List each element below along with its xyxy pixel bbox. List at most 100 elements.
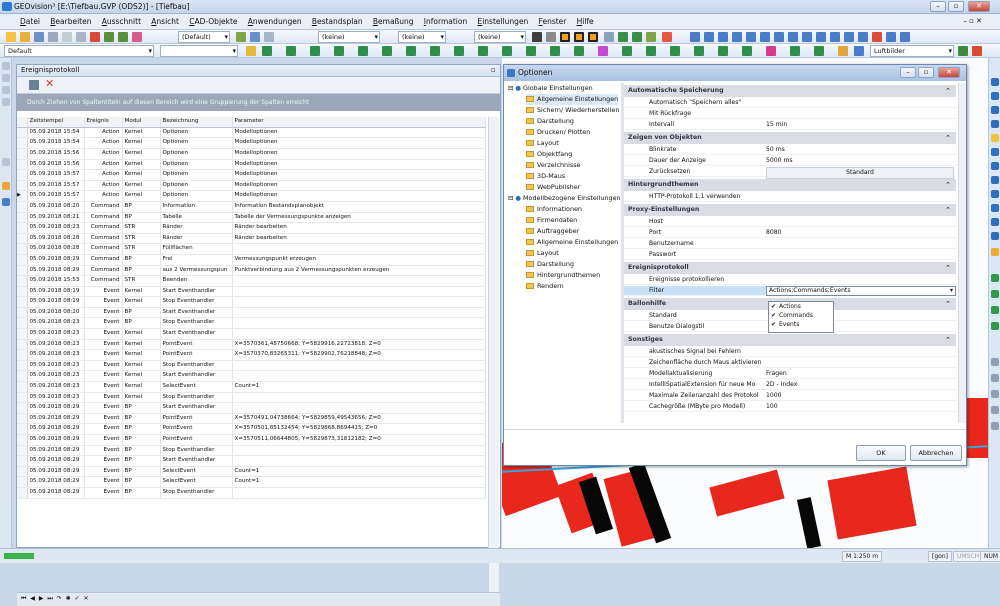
prop-blink[interactable]: Blinkrate 50 ms: [624, 145, 956, 155]
menu-ausschnitt[interactable]: Ausschnitt: [98, 14, 145, 30]
cell-bezeichnung[interactable]: Information: [160, 201, 233, 213]
snap16-icon[interactable]: [900, 32, 910, 42]
cell-zeitstempel[interactable]: 05.09.2018 15:56: [27, 159, 85, 171]
cell-ereignis[interactable]: Event: [84, 307, 123, 319]
tool-gray4-icon[interactable]: [991, 406, 999, 414]
cell-parameter[interactable]: Ränder bearbeiten: [232, 222, 486, 234]
prop-duration[interactable]: Dauer der Anzeige 5000 ms: [624, 156, 956, 166]
delete-icon[interactable]: [90, 32, 100, 42]
status-scale[interactable]: M 1:250 m: [842, 551, 883, 562]
cell-modul[interactable]: STR: [122, 275, 161, 287]
cell-ereignis[interactable]: Event: [84, 392, 123, 404]
cell-zeitstempel[interactable]: 05.09.2018 08:29: [27, 413, 85, 425]
cell-zeitstempel[interactable]: 05.09.2018 08:23: [27, 349, 85, 361]
pt9-icon[interactable]: [454, 46, 464, 56]
row-indicator[interactable]: [17, 423, 28, 435]
row-indicator[interactable]: [17, 243, 28, 255]
cell-bezeichnung[interactable]: PointEvent: [160, 339, 233, 351]
table-row[interactable]: 05.09.2018 08:29 Command BP Frei Vermessungs…: [17, 254, 486, 266]
area-icon[interactable]: [588, 32, 598, 42]
cell-ereignis[interactable]: Event: [84, 455, 123, 467]
tool-green3-icon[interactable]: [991, 306, 999, 314]
pt21-icon[interactable]: [742, 46, 752, 56]
cell-zeitstempel[interactable]: 05.09.2018 08:29: [27, 455, 85, 467]
cell-parameter[interactable]: Modelloptionen: [232, 180, 486, 192]
cell-ereignis[interactable]: Action: [84, 137, 123, 149]
table-row[interactable]: 05.09.2018 08:29 Event BP Start Eventhandle…: [17, 455, 486, 467]
pt3-icon[interactable]: [310, 46, 320, 56]
cell-modul[interactable]: Kernel: [122, 190, 161, 202]
zoom-window-icon[interactable]: [991, 106, 999, 114]
zoom-out-icon[interactable]: [991, 92, 999, 100]
table-row[interactable]: 05.09.2018 15:56 Action Kernel Optionen Mode…: [17, 148, 486, 160]
cell-modul[interactable]: BP: [122, 402, 161, 414]
minimize-button[interactable]: –: [930, 1, 946, 12]
prop-filter[interactable]: Filter Actions;Commands;Events ▾: [624, 286, 956, 296]
pt20-icon[interactable]: [718, 46, 728, 56]
cell-parameter[interactable]: [232, 455, 486, 467]
cell-bezeichnung[interactable]: Beenden: [160, 275, 233, 287]
luftbilder-combo[interactable]: Luftbilder: [870, 45, 954, 57]
table-row[interactable]: 05.09.2018 08:23 Event Kernel Stop Eventhan…: [17, 392, 486, 404]
pt15-icon[interactable]: [598, 46, 608, 56]
menu-cad-objekte[interactable]: CAD-Objekte: [185, 14, 241, 30]
cell-parameter[interactable]: [232, 370, 486, 383]
prop-http11[interactable]: HTTP-Protokoll 1.1 verwenden✔: [624, 192, 956, 202]
cell-ereignis[interactable]: Action: [84, 190, 123, 202]
cell-ereignis[interactable]: Event: [84, 328, 123, 340]
col-parameter[interactable]: Parameter: [232, 117, 486, 128]
aerial2-icon[interactable]: [972, 46, 982, 56]
snap15-icon[interactable]: [886, 32, 896, 42]
row-indicator[interactable]: [17, 148, 28, 160]
menu-ansicht[interactable]: Ansicht: [147, 14, 183, 30]
cell-zeitstempel[interactable]: 05.09.2018 08:23: [27, 317, 85, 330]
pt22-icon[interactable]: [766, 46, 776, 56]
table-row[interactable]: 05.09.2018 15:54 Action Kernel Optionen Mode…: [17, 137, 486, 149]
snap1-icon[interactable]: [690, 32, 700, 42]
cell-parameter[interactable]: X=3570361,48750668; Y=5829916,22723818; …: [232, 339, 486, 351]
cell-ereignis[interactable]: Command: [84, 254, 123, 266]
pt17-icon[interactable]: [646, 46, 656, 56]
pt11-icon[interactable]: [502, 46, 512, 56]
zoom-all-icon[interactable]: [991, 120, 999, 128]
grid-scrollbar[interactable]: [488, 117, 499, 592]
cell-ereignis[interactable]: Event: [84, 360, 123, 372]
cell-ereignis[interactable]: Command: [84, 275, 123, 287]
row-indicator[interactable]: [17, 137, 28, 149]
pt8-icon[interactable]: [430, 46, 440, 56]
tree-item[interactable]: Hintergrundthemen: [526, 270, 600, 281]
table-row[interactable]: 05.09.2018 08:28 Command STR Füllflächen: [17, 243, 486, 255]
record-navigator[interactable]: ⏮ ◀ ▶ ⏭ ↷ ✱ ✓ ✕: [17, 592, 500, 606]
row-indicator[interactable]: [17, 413, 28, 425]
save-icon[interactable]: [34, 32, 44, 42]
cell-modul[interactable]: Kernel: [122, 180, 161, 192]
cell-bezeichnung[interactable]: Optionen: [160, 148, 233, 160]
cell-zeitstempel[interactable]: 05.09.2018 08:29: [27, 434, 85, 446]
chart-icon[interactable]: [646, 32, 656, 42]
pt14-icon[interactable]: [574, 46, 584, 56]
table-row[interactable]: 05.09.2018 08:29 Event BP PointEvent X=35704…: [17, 413, 486, 425]
table-row[interactable]: 05.09.2018 08:28 Command STR Ränder Ränder b…: [17, 233, 486, 245]
cell-ereignis[interactable]: Event: [84, 286, 123, 298]
table-row[interactable]: 05.09.2018 08:29 Event BP PointEvent X=35705…: [17, 434, 486, 446]
row-indicator[interactable]: [17, 275, 28, 287]
table-row[interactable]: 05.09.2018 08:23 Command STR Ränder Ränder b…: [17, 222, 486, 234]
tree-item[interactable]: Sichern/ Wiederherstellen: [526, 105, 619, 116]
dialog-close-button[interactable]: ✕: [938, 67, 960, 78]
cell-zeitstempel[interactable]: 05.09.2018 08:28: [27, 233, 85, 245]
menu-information[interactable]: Information: [420, 14, 471, 30]
table-row[interactable]: 05.09.2018 08:20 Event BP Start Eventhandle…: [17, 307, 486, 319]
ok-button[interactable]: OK: [856, 445, 906, 461]
cell-parameter[interactable]: [232, 392, 486, 404]
cell-parameter[interactable]: X=3570501,85132454; Y=5829868,8694415; Z…: [232, 423, 486, 435]
pt5-icon[interactable]: [358, 46, 368, 56]
col-bezeichnung[interactable]: Bezeichnung: [160, 117, 233, 128]
layer-icon[interactable]: [132, 32, 142, 42]
cell-parameter[interactable]: [232, 360, 486, 372]
cell-bezeichnung[interactable]: Stop Eventhandler: [160, 445, 233, 457]
pt16-icon[interactable]: [622, 46, 632, 56]
undo-icon[interactable]: [104, 32, 114, 42]
cell-ereignis[interactable]: Event: [84, 402, 123, 414]
tree-item[interactable]: WebPublisher: [526, 182, 580, 193]
section-background[interactable]: Hintergrundthemen ⌃: [624, 179, 956, 191]
